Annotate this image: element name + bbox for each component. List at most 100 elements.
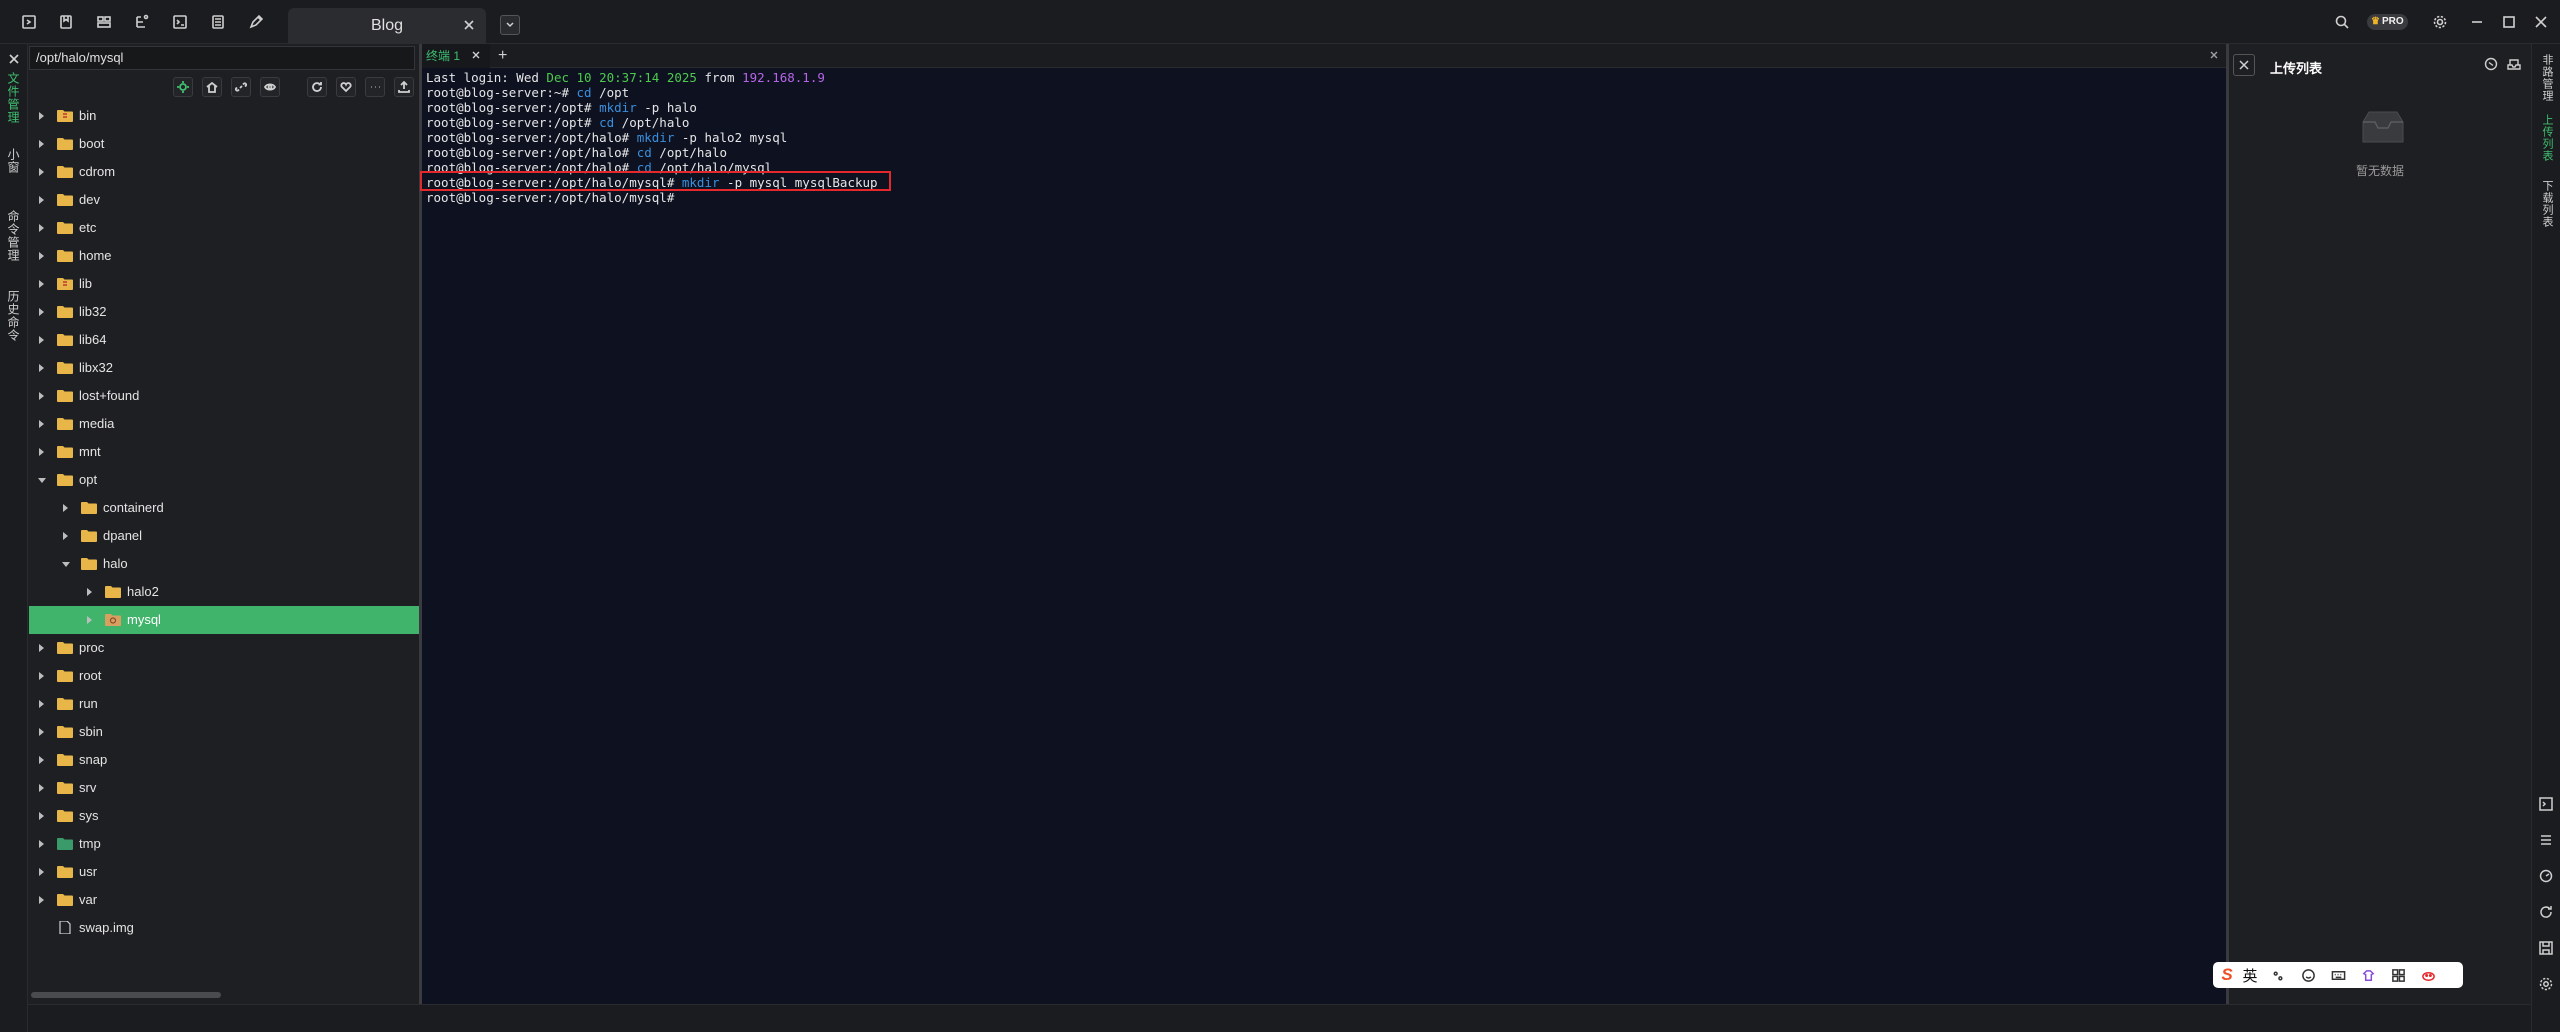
skin-icon[interactable] [2353, 966, 2383, 984]
tree-item-lib[interactable]: lib [29, 270, 419, 298]
link-button[interactable] [231, 77, 251, 97]
rail-tab-command-history[interactable]: 历史命令 [5, 290, 22, 342]
chevron-right-icon[interactable] [39, 140, 44, 148]
chevron-right-icon[interactable] [39, 756, 44, 764]
tree-item-boot[interactable]: boot [29, 130, 419, 158]
tree-item-proc[interactable]: proc [29, 634, 419, 662]
tree-item-lib64[interactable]: lib64 [29, 326, 419, 354]
tree-icon[interactable] [133, 13, 151, 31]
emoji-icon[interactable] [2293, 966, 2323, 984]
tree-item-mnt[interactable]: mnt [29, 438, 419, 466]
chevron-right-icon[interactable] [63, 532, 68, 540]
punctuation-icon[interactable] [2263, 966, 2293, 984]
close-icon[interactable] [462, 18, 476, 32]
tree-item-lib32[interactable]: lib32 [29, 298, 419, 326]
tree-item-run[interactable]: run [29, 690, 419, 718]
close-icon[interactable] [2208, 49, 2220, 61]
tree-item-root[interactable]: root [29, 662, 419, 690]
home-button[interactable] [202, 77, 222, 97]
chevron-right-icon[interactable] [39, 224, 44, 232]
chevron-right-icon[interactable] [87, 588, 92, 596]
refresh-icon[interactable] [2538, 904, 2554, 920]
rail-tab-command-manager[interactable]: 命令管理 [5, 210, 22, 262]
terminal-tab-1[interactable]: 终端 1 [422, 44, 490, 68]
chevron-right-icon[interactable] [87, 616, 92, 624]
pen-icon[interactable] [247, 13, 265, 31]
tree-item-media[interactable]: media [29, 410, 419, 438]
tree-item-sys[interactable]: sys [29, 802, 419, 830]
chevron-right-icon[interactable] [39, 420, 44, 428]
save-icon[interactable] [2538, 940, 2554, 956]
ime-language-toggle[interactable]: 英 [2237, 965, 2263, 986]
show-hidden-button[interactable] [260, 77, 280, 97]
more-button[interactable] [365, 77, 385, 97]
chevron-right-icon[interactable] [39, 392, 44, 400]
mascot-icon[interactable] [2413, 966, 2443, 984]
tray-icon[interactable] [2506, 56, 2522, 72]
chevron-right-icon[interactable] [39, 196, 44, 204]
rail-tab-upload-list[interactable]: 上传列表 [2539, 114, 2555, 162]
follow-terminal-button[interactable] [173, 77, 193, 97]
bookmark-icon[interactable] [57, 13, 75, 31]
tree-item-halo[interactable]: halo [29, 550, 419, 578]
chevron-right-icon[interactable] [39, 280, 44, 288]
session-tab-blog[interactable]: Blog [288, 8, 486, 44]
tree-item-containerd[interactable]: containerd [29, 494, 419, 522]
minimize-icon[interactable] [2468, 13, 2486, 31]
chevron-right-icon[interactable] [39, 784, 44, 792]
chevron-right-icon[interactable] [39, 308, 44, 316]
path-input[interactable]: /opt/halo/mysql [29, 46, 415, 70]
chevron-right-icon[interactable] [39, 672, 44, 680]
tree-item-dpanel[interactable]: dpanel [29, 522, 419, 550]
tree-item-opt[interactable]: opt [29, 466, 419, 494]
favorite-button[interactable] [336, 77, 356, 97]
chevron-right-icon[interactable] [39, 364, 44, 372]
close-icon[interactable] [470, 49, 482, 61]
chevron-right-icon[interactable] [39, 448, 44, 456]
tree-item-swap-img[interactable]: swap.img [29, 914, 419, 942]
tab-list-dropdown-button[interactable] [500, 15, 520, 35]
clear-icon[interactable] [2483, 56, 2499, 72]
tree-item-srv[interactable]: srv [29, 774, 419, 802]
chevron-right-icon[interactable] [63, 504, 68, 512]
chevron-right-icon[interactable] [39, 112, 44, 120]
tree-item-var[interactable]: var [29, 886, 419, 914]
tree-item-tmp[interactable]: tmp [29, 830, 419, 858]
chevron-right-icon[interactable] [39, 868, 44, 876]
pro-badge[interactable]: ♛ PRO [2367, 14, 2408, 30]
chevron-down-icon[interactable] [38, 478, 46, 483]
new-session-icon[interactable] [20, 13, 38, 31]
tree-item-usr[interactable]: usr [29, 858, 419, 886]
layout-icon[interactable] [95, 13, 113, 31]
chevron-right-icon[interactable] [39, 336, 44, 344]
tree-item-cdrom[interactable]: cdrom [29, 158, 419, 186]
terminal-icon[interactable] [171, 13, 189, 31]
list-icon[interactable] [209, 13, 227, 31]
rail-tab-small-window[interactable]: 小窗 [5, 148, 22, 174]
tree-item-sbin[interactable]: sbin [29, 718, 419, 746]
chevron-right-icon[interactable] [39, 840, 44, 848]
keyboard-icon[interactable] [2323, 966, 2353, 984]
close-icon[interactable] [7, 52, 21, 66]
maximize-icon[interactable] [2500, 13, 2518, 31]
chevron-right-icon[interactable] [39, 644, 44, 652]
settings-gear-icon[interactable] [2431, 13, 2449, 31]
toolbox-grid-icon[interactable] [2383, 966, 2413, 984]
tree-item-etc[interactable]: etc [29, 214, 419, 242]
refresh-button[interactable] [307, 77, 327, 97]
tree-item-snap[interactable]: snap [29, 746, 419, 774]
tree-item-halo2[interactable]: halo2 [29, 578, 419, 606]
terminal-icon[interactable] [2538, 796, 2554, 812]
chevron-right-icon[interactable] [39, 700, 44, 708]
chevron-right-icon[interactable] [39, 812, 44, 820]
rail-tab-file-manager[interactable]: 文件管理 [5, 72, 22, 124]
rail-tab-remote-manager[interactable]: 非路管理 [2539, 54, 2555, 102]
chevron-down-icon[interactable] [62, 562, 70, 567]
horizontal-scrollbar[interactable] [31, 992, 221, 998]
tree-item-dev[interactable]: dev [29, 186, 419, 214]
tree-item-home[interactable]: home [29, 242, 419, 270]
settings-gear-icon[interactable] [2538, 976, 2554, 992]
tree-item-libx32[interactable]: libx32 [29, 354, 419, 382]
sogou-logo-icon[interactable]: S [2217, 966, 2237, 984]
rail-tab-download-list[interactable]: 下载列表 [2539, 180, 2555, 228]
